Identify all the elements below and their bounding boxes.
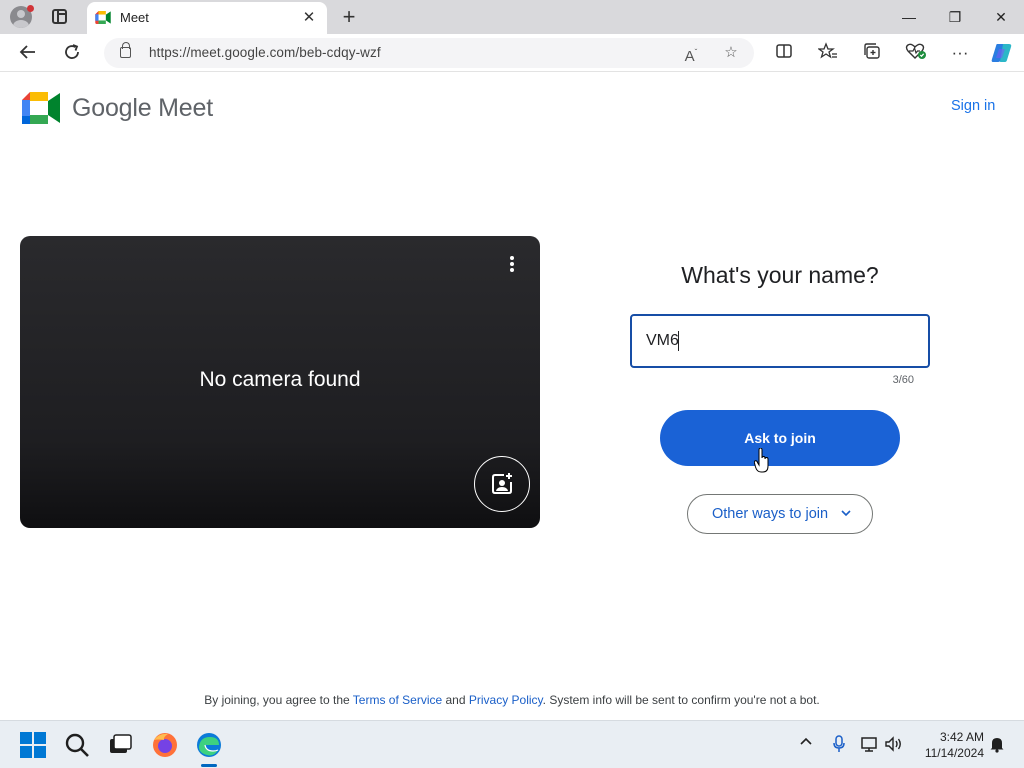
show-hidden-icons-chevron-icon[interactable]: [795, 735, 817, 755]
refresh-button[interactable]: [60, 42, 84, 64]
collections-icon[interactable]: [860, 42, 884, 64]
favorites-icon[interactable]: [816, 42, 840, 64]
terms-prefix: By joining, you agree to the: [204, 693, 350, 707]
microphone-icon[interactable]: [828, 735, 850, 755]
visual-effects-button[interactable]: [474, 456, 530, 512]
sign-in-link[interactable]: Sign in: [951, 98, 995, 114]
hand-cursor-icon: [754, 448, 769, 473]
privacy-policy-link[interactable]: Privacy Policy: [469, 693, 543, 707]
other-ways-label: Other ways to join: [712, 506, 829, 522]
terms-of-service-link[interactable]: Terms of Service: [353, 693, 442, 707]
more-options-icon[interactable]: [508, 256, 516, 276]
read-aloud-icon[interactable]: Aˇ: [681, 43, 701, 65]
ask-to-join-button[interactable]: Ask to join: [660, 410, 900, 466]
name-input-value[interactable]: VM6: [646, 332, 679, 350]
split-screen-icon[interactable]: [772, 42, 796, 64]
url-text[interactable]: https://meet.google.com/beb-cdqy-wzf: [149, 45, 381, 60]
system-clock[interactable]: 3:42 AM 11/14/2024: [910, 729, 984, 761]
notifications-bell-icon[interactable]: [986, 735, 1008, 755]
character-counter: 3/60: [892, 374, 914, 386]
name-prompt: What's your name?: [681, 262, 879, 288]
favorites-glyph-icon: [817, 42, 837, 59]
tab-meet[interactable]: Meet ✕: [87, 2, 327, 34]
terms-and: and: [445, 693, 466, 707]
back-button[interactable]: [16, 42, 40, 64]
other-ways-to-join-button[interactable]: Other ways to join: [687, 494, 873, 534]
tab-title: Meet: [120, 10, 149, 25]
heart-pulse-icon: [905, 43, 926, 59]
network-icon[interactable]: [859, 735, 881, 755]
meet-favicon-icon: [95, 11, 111, 24]
text-caret: [678, 331, 679, 351]
brand-title: Google Meet: [72, 94, 213, 122]
browser-toolbar: https://meet.google.com/beb-cdqy-wzf Aˇ …: [0, 34, 1024, 72]
meet-page: Google Meet Sign in No camera found What…: [4, 72, 1020, 718]
clock-date: 11/14/2024: [924, 746, 984, 760]
search-icon[interactable]: [63, 731, 91, 759]
minimize-button[interactable]: —: [886, 0, 932, 34]
terms-notice: By joining, you agree to the Terms of Se…: [4, 693, 1020, 707]
volume-icon[interactable]: [883, 735, 905, 755]
edge-browser-icon[interactable]: [195, 731, 223, 759]
camera-preview: No camera found: [20, 236, 540, 528]
clock-time: 3:42 AM: [939, 730, 984, 744]
close-window-button[interactable]: ✕: [978, 0, 1024, 34]
terms-suffix: . System info will be sent to confirm yo…: [542, 693, 820, 707]
tab-actions-icon[interactable]: [52, 9, 67, 24]
refresh-icon: [65, 44, 79, 59]
windows-taskbar: 3:42 AM 11/14/2024: [0, 720, 1024, 768]
copilot-glyph-icon: [991, 44, 1012, 62]
restore-button[interactable]: ❐: [932, 0, 978, 34]
address-bar[interactable]: https://meet.google.com/beb-cdqy-wzf Aˇ …: [104, 38, 754, 68]
back-arrow-icon: [19, 45, 35, 59]
tab-close-icon[interactable]: ✕: [299, 8, 319, 28]
visual-effects-icon: [492, 473, 512, 494]
name-input[interactable]: VM6: [630, 314, 930, 368]
chevron-down-icon: [841, 510, 851, 517]
no-camera-message: No camera found: [199, 368, 361, 391]
windows-start-icon[interactable]: [19, 731, 47, 759]
profile-notification-dot: [27, 5, 34, 12]
split-screen-glyph-icon: [776, 44, 792, 58]
task-view-icon[interactable]: [106, 731, 134, 759]
firefox-icon[interactable]: [151, 731, 179, 759]
collections-glyph-icon: [864, 43, 880, 59]
copilot-icon[interactable]: [990, 42, 1014, 64]
active-app-indicator: [201, 764, 217, 767]
google-meet-logo-icon: [22, 92, 60, 124]
more-menu-icon[interactable]: ···: [948, 42, 972, 64]
favorite-star-icon[interactable]: ☆: [721, 43, 741, 63]
new-tab-button[interactable]: +: [338, 4, 360, 30]
site-info-lock-icon[interactable]: [120, 42, 131, 58]
browser-tab-bar: Meet ✕ + — ❐ ✕: [0, 0, 1024, 34]
browser-essentials-icon[interactable]: [904, 42, 928, 64]
